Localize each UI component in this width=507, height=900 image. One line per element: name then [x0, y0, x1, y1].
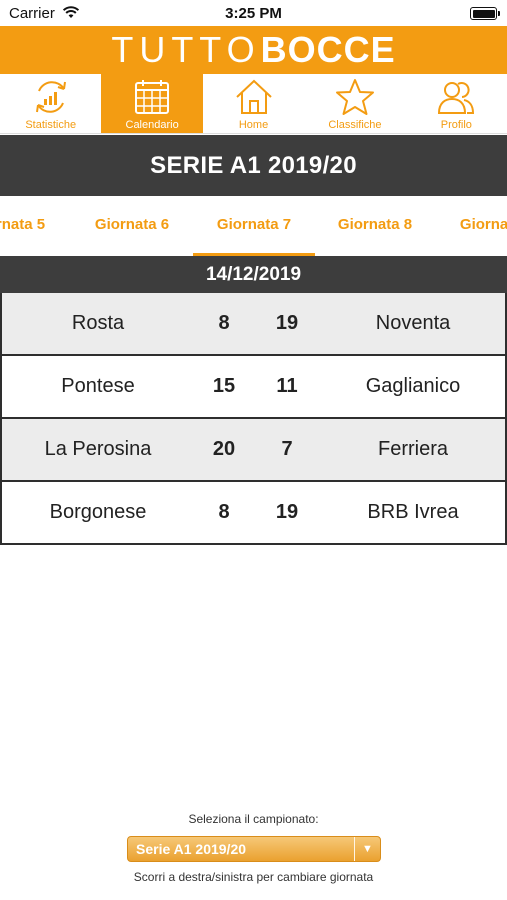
- away-team: Noventa: [375, 312, 451, 334]
- nav-label: Home: [238, 119, 269, 131]
- app-header: TUTTOBOCCE: [0, 26, 507, 74]
- battery-icon: [470, 7, 500, 20]
- tab-giornata-6[interactable]: Giornata 6: [71, 196, 193, 256]
- swipe-hint: Scorri a destra/sinistra per cambiare gi…: [133, 870, 374, 884]
- main-nav: Statistiche Calendario Home Classifiche: [0, 74, 507, 134]
- nav-item-calendario[interactable]: Calendario: [101, 74, 203, 133]
- home-icon: [235, 79, 272, 114]
- logo-text-light: TUTTO: [111, 29, 261, 70]
- nav-item-classifiche[interactable]: Classifiche: [304, 74, 405, 133]
- match-row[interactable]: Pontese 15 11 Gaglianico: [0, 356, 507, 419]
- home-team: Borgonese: [49, 501, 147, 523]
- clock: 3:25 PM: [225, 5, 282, 22]
- league-title: SERIE A1 2019/20: [150, 151, 357, 179]
- away-score: 19: [275, 501, 299, 523]
- away-team: Gaglianico: [365, 375, 461, 397]
- tab-giornata-7[interactable]: Giornata 7: [193, 196, 315, 256]
- nav-label: Profilo: [440, 119, 472, 131]
- calendar-icon: [135, 80, 170, 114]
- tab-giornata-9[interactable]: Giornata 9: [436, 196, 507, 256]
- home-score: 20: [212, 438, 236, 460]
- away-team: BRB Ivrea: [367, 501, 459, 523]
- date-header: 14/12/2019: [0, 256, 507, 293]
- away-score: 19: [275, 312, 299, 334]
- users-icon: [438, 82, 475, 114]
- nav-label: Classifiche: [328, 119, 382, 131]
- league-title-bar: SERIE A1 2019/20: [0, 135, 507, 196]
- tab-giornata-8[interactable]: Giornata 8: [314, 196, 436, 256]
- home-score: 8: [218, 501, 230, 523]
- away-score: 7: [281, 438, 293, 460]
- home-score: 8: [218, 312, 230, 334]
- dropdown-arrow-icon: ▼: [354, 837, 380, 861]
- match-list: Rosta 8 19 Noventa Pontese 15 11 Gaglian…: [0, 293, 507, 545]
- nav-item-home[interactable]: Home: [203, 74, 304, 133]
- home-team: La Perosina: [44, 438, 152, 460]
- match-row[interactable]: Rosta 8 19 Noventa: [0, 293, 507, 356]
- star-icon: [335, 79, 374, 115]
- match-date: 14/12/2019: [205, 263, 302, 285]
- championship-select-label: Seleziona il campionato:: [188, 812, 319, 826]
- match-row[interactable]: La Perosina 20 7 Ferriera: [0, 419, 507, 482]
- stats-icon: [35, 81, 66, 113]
- home-score: 15: [212, 375, 236, 397]
- logo-text-bold: BOCCE: [260, 29, 396, 70]
- tab-giornata-5[interactable]: Giornata 5: [0, 196, 69, 256]
- home-team: Pontese: [61, 375, 135, 397]
- championship-select-value: Serie A1 2019/20: [136, 841, 247, 857]
- app-logo: TUTTOBOCCE: [111, 32, 395, 68]
- away-score: 11: [276, 375, 298, 397]
- nav-item-profilo[interactable]: Profilo: [406, 74, 507, 133]
- status-bar: Carrier 3:25 PM: [0, 0, 507, 26]
- match-row[interactable]: Borgonese 8 19 BRB Ivrea: [0, 482, 507, 545]
- away-team: Ferriera: [377, 438, 448, 460]
- home-team: Rosta: [71, 312, 125, 334]
- nav-label: Statistiche: [25, 119, 77, 131]
- nav-label: Calendario: [125, 119, 179, 131]
- championship-select[interactable]: Serie A1 2019/20 ▼: [127, 836, 381, 862]
- nav-item-statistiche[interactable]: Statistiche: [0, 74, 101, 133]
- round-tabs[interactable]: Giornata 5 Giornata 6 Giornata 7 Giornat…: [0, 196, 507, 256]
